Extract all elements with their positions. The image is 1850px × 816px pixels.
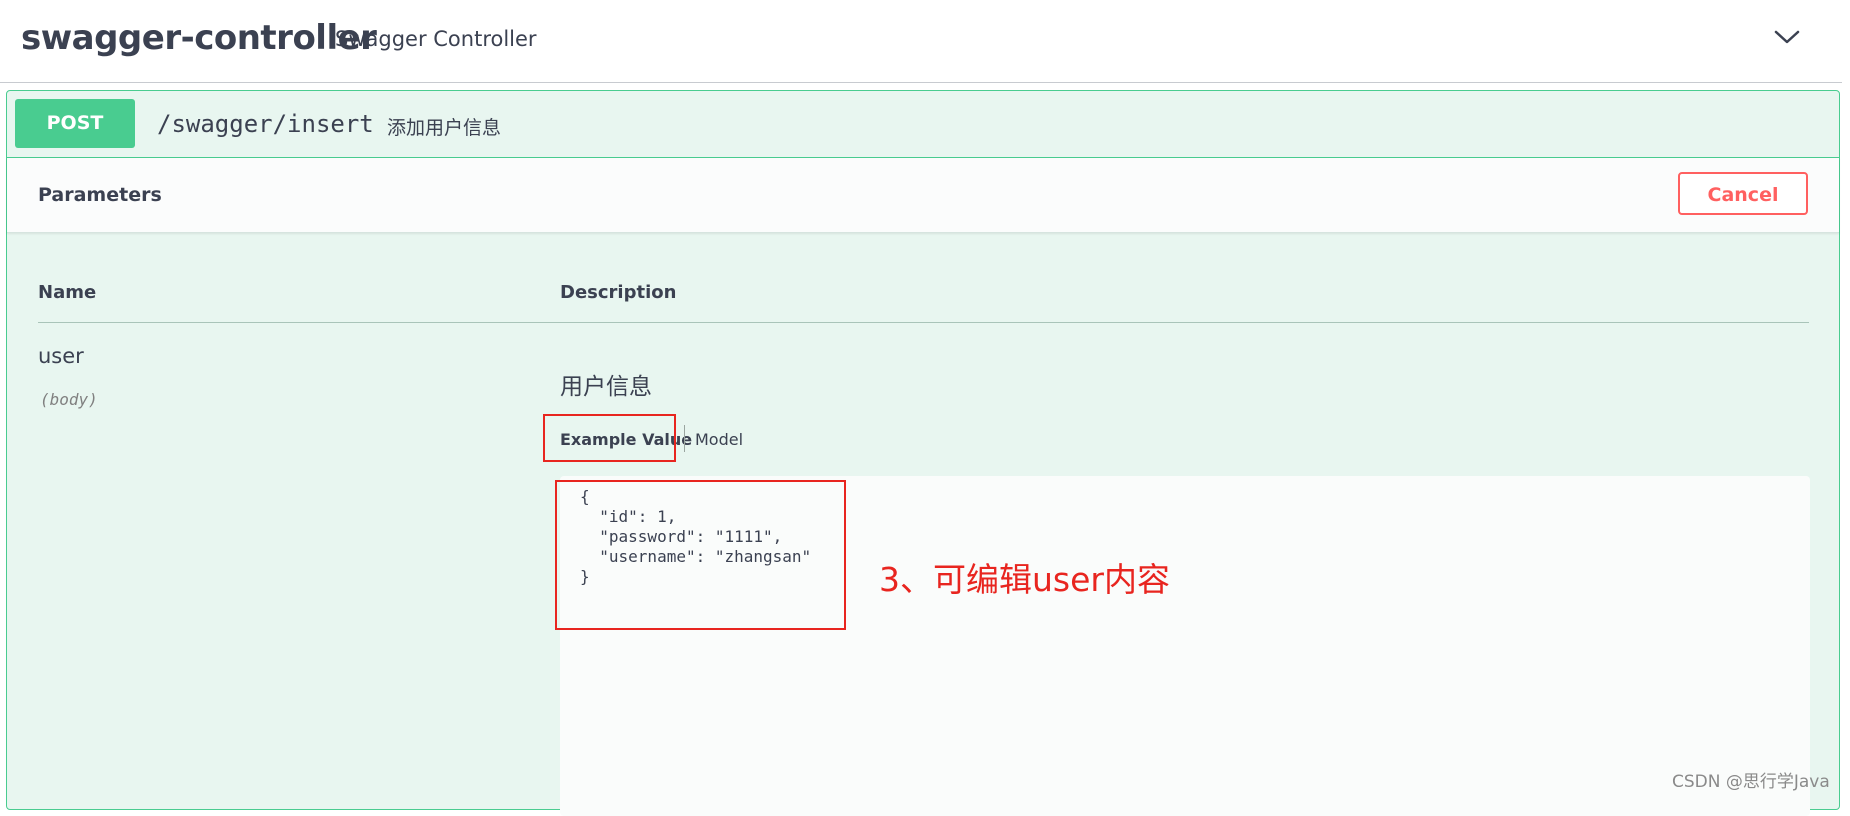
param-description: 用户信息 [560,374,652,400]
header-divider [38,322,1809,323]
operation-block: POST /swagger/insert 添加用户信息 Parameters C… [6,90,1840,816]
cancel-button[interactable]: Cancel [1678,172,1808,215]
annotation-box-code [555,480,846,630]
annotation-box-example-tab [543,414,676,462]
tab-model[interactable]: Model [695,430,743,449]
tag-name: swagger-controller [21,18,377,58]
tag-header[interactable]: swagger-controller Swagger Controller [0,0,1842,83]
chevron-down-icon[interactable] [1773,26,1801,48]
watermark: CSDN @思行学Java [1672,772,1830,792]
param-name: user [38,344,84,368]
operation-summary[interactable]: POST /swagger/insert 添加用户信息 [7,91,1839,158]
parameters-header: Parameters Cancel [7,158,1839,233]
param-location: (body) [40,390,98,409]
tag-description: Swagger Controller [335,27,537,51]
parameters-title: Parameters [38,184,162,206]
tab-divider [684,425,685,452]
column-header-name: Name [38,282,97,303]
operation-summary-text: 添加用户信息 [387,117,502,139]
annotation-text: 3、可编辑user内容 [879,560,1170,599]
method-badge: POST [15,99,135,148]
column-header-description: Description [560,282,677,303]
operation-path: /swagger/insert [157,110,374,138]
